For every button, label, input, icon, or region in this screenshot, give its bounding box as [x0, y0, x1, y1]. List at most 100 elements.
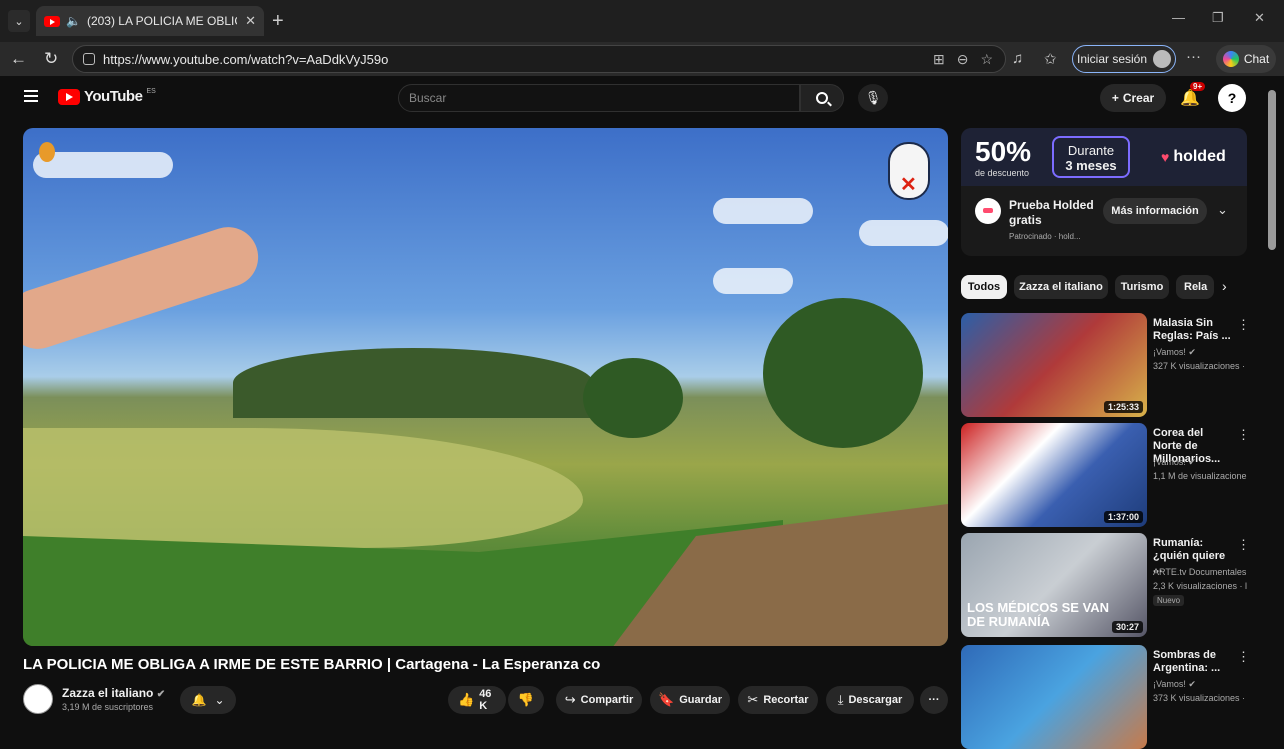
thumbs-up-icon: 👍: [458, 692, 475, 707]
close-tab-icon[interactable]: ✕: [245, 13, 256, 29]
scene-arm: [23, 219, 266, 357]
clip-button[interactable]: ✂ Recortar: [738, 686, 818, 714]
speaker-icon[interactable]: 🔈: [66, 14, 81, 28]
signin-button[interactable]: Iniciar sesión: [1072, 45, 1176, 73]
favorites-icon[interactable]: ✩: [1044, 50, 1057, 68]
voice-search-button[interactable]: 🎙: [858, 84, 888, 112]
scene-pond: [23, 428, 583, 548]
video-thumbnail[interactable]: 1:37:00: [961, 423, 1147, 527]
media-control-icon[interactable]: ♫: [1012, 50, 1023, 67]
chip-related[interactable]: Rela: [1176, 275, 1214, 299]
rec-channel[interactable]: ¡Vamos! ✔: [1153, 347, 1196, 358]
restore-button[interactable]: ❐: [1212, 10, 1224, 26]
chevron-right-icon[interactable]: ›: [1222, 278, 1227, 294]
dislike-button[interactable]: 👎: [508, 686, 544, 714]
tab-actions-menu[interactable]: ⌄: [8, 10, 30, 32]
create-label: Crear: [1122, 91, 1155, 105]
zoom-icon[interactable]: ⊖: [957, 51, 969, 68]
save-button[interactable]: 🔖 Guardar: [650, 686, 730, 714]
refresh-button[interactable]: ↻: [44, 49, 58, 69]
ad-percent: 50%: [975, 136, 1032, 167]
channel-avatar[interactable]: [23, 684, 53, 714]
video-player[interactable]: [23, 128, 948, 646]
chip-tourism[interactable]: Turismo: [1115, 275, 1169, 299]
video-thumbnail[interactable]: LOS MÉDICOS SE VAN DE RUMANÍA 30:27: [961, 533, 1147, 637]
site-info-icon[interactable]: [83, 53, 95, 65]
like-count: 46 K: [479, 688, 492, 712]
kebab-menu-icon[interactable]: ⋮: [1237, 427, 1250, 443]
rec-channel[interactable]: ¡Vamos! ✔: [1153, 679, 1196, 690]
chat-label: Chat: [1243, 52, 1270, 66]
recommended-video[interactable]: LOS MÉDICOS SE VAN DE RUMANÍA 30:27 Ruma…: [961, 533, 1261, 637]
duration-badge: 1:37:00: [1103, 511, 1143, 523]
notifications-button[interactable]: 🔔 9+: [1180, 82, 1206, 108]
ad-percent-desc: de descuento: [975, 168, 1030, 178]
video-title: LA POLICIA ME OBLIGA A IRME DE ESTE BARR…: [23, 656, 601, 673]
rec-channel[interactable]: ARTE.tv Documentales: [1153, 567, 1246, 577]
copilot-chat-button[interactable]: Chat: [1216, 45, 1276, 73]
close-window-button[interactable]: ✕: [1254, 10, 1265, 26]
kebab-menu-icon[interactable]: ⋮: [1237, 317, 1250, 333]
video-thumbnail[interactable]: [961, 645, 1147, 749]
video-thumbnail[interactable]: 1:25:33: [961, 313, 1147, 417]
scene-cloud: [859, 220, 948, 246]
scene-cloud: [713, 268, 793, 294]
ad-duration: Durante 3 meses: [1052, 136, 1130, 178]
kebab-menu-icon[interactable]: ⋮: [1237, 537, 1250, 553]
app-available-icon[interactable]: ⊞: [933, 51, 945, 68]
minimize-button[interactable]: —: [1172, 10, 1185, 25]
bell-icon: 🔔: [1180, 90, 1200, 107]
advertiser-logo[interactable]: [975, 198, 1001, 224]
recommended-video[interactable]: Sombras de Argentina: ... ¡Vamos! ✔ 373 …: [961, 645, 1261, 749]
recommended-video[interactable]: 1:37:00 Corea del Norte de Millonarios..…: [961, 423, 1261, 527]
ad-title[interactable]: Prueba Holded gratis: [1009, 198, 1109, 228]
url-field[interactable]: https://www.youtube.com/watch?v=AaDdkVyJ…: [72, 45, 1006, 73]
chevron-down-icon: ⌄: [214, 693, 225, 707]
chip-channel[interactable]: Zazza el italiano: [1014, 275, 1108, 299]
duration-badge: 1:25:33: [1103, 401, 1143, 413]
save-label: Guardar: [679, 694, 722, 706]
more-options-icon[interactable]: ···: [1186, 48, 1201, 65]
verified-icon: ✔: [156, 689, 166, 700]
ad-banner[interactable]: 50% de descuento Durante 3 meses ♥ holde…: [961, 128, 1247, 186]
copilot-icon: [1222, 51, 1239, 67]
sponsored-ad[interactable]: 50% de descuento Durante 3 meses ♥ holde…: [961, 128, 1247, 256]
rec-views: 2,3 K visualizaciones · l: [1153, 581, 1248, 591]
menu-icon[interactable]: [24, 90, 38, 102]
url-text: https://www.youtube.com/watch?v=AaDdkVyJ…: [103, 51, 389, 67]
more-info-button[interactable]: Más información: [1103, 198, 1207, 224]
rec-channel[interactable]: ¡Vamos! ✔: [1153, 457, 1196, 468]
download-icon: ⤓: [837, 692, 844, 707]
scene-tree: [583, 358, 683, 438]
browser-tab-bar: ⌄ 🔈 (203) LA POLICIA ME OBLIGA ✕ + — ❐ ✕: [0, 0, 1284, 42]
user-avatar[interactable]: ?: [1218, 84, 1246, 112]
more-icon: ···: [928, 694, 940, 706]
microphone-icon: 🎙: [864, 90, 882, 105]
more-actions-button[interactable]: ···: [920, 686, 948, 714]
rec-title[interactable]: Sombras de Argentina: ...: [1153, 649, 1233, 675]
search-input[interactable]: Buscar: [398, 84, 800, 112]
kebab-menu-icon[interactable]: ⋮: [1237, 649, 1250, 665]
scene-tree: [763, 298, 923, 448]
download-button[interactable]: ⤓ Descargar: [826, 686, 914, 714]
new-tab-button[interactable]: +: [272, 10, 284, 33]
chip-all[interactable]: Todos: [961, 275, 1007, 299]
chevron-down-icon[interactable]: ⌄: [1217, 202, 1228, 218]
browser-tab[interactable]: 🔈 (203) LA POLICIA ME OBLIGA ✕: [36, 6, 264, 36]
like-button[interactable]: 👍 46 K: [448, 686, 506, 714]
plus-icon: +: [1111, 91, 1119, 105]
logo-country: ES: [146, 88, 156, 95]
youtube-logo[interactable]: YouTube ES: [58, 88, 156, 105]
notification-badge: 9+: [1190, 82, 1206, 91]
page-scrollbar[interactable]: [1268, 90, 1276, 250]
channel-name[interactable]: Zazza el italiano ✔: [62, 686, 165, 700]
create-button[interactable]: + Crear: [1100, 84, 1166, 112]
back-button[interactable]: ←: [10, 49, 27, 69]
rec-title[interactable]: Malasia Sin Reglas: País ...: [1153, 317, 1233, 343]
subscription-bell-button[interactable]: 🔔 ⌄: [180, 686, 236, 714]
favorite-star-icon[interactable]: ☆: [980, 51, 993, 68]
share-label: Compartir: [580, 694, 634, 706]
recommended-video[interactable]: 1:25:33 Malasia Sin Reglas: País ... ¡Va…: [961, 313, 1261, 417]
search-button[interactable]: [800, 84, 844, 112]
share-button[interactable]: ↪ Compartir: [556, 686, 642, 714]
